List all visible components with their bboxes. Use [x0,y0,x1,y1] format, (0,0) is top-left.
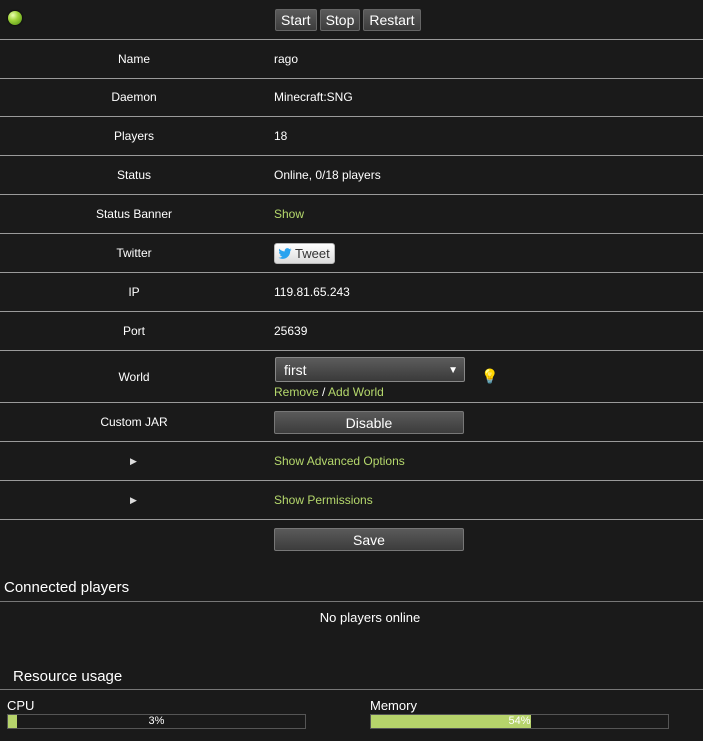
world-label: World [118,370,150,384]
row-daemon: Daemon Minecraft:SNG [0,78,703,117]
world-selected-value: first [284,362,307,378]
remove-world-link[interactable]: Remove [274,385,319,399]
status-label: Status [116,168,152,182]
row-players: Players 18 [0,117,703,156]
twitter-label: Twitter [116,246,152,260]
disable-jar-button[interactable]: Disable [274,411,464,434]
row-permissions: ▶ Show Permissions [0,481,703,520]
row-ip: IP 119.81.65.243 [0,273,703,312]
connected-players-title: Connected players [4,579,130,596]
port-value: 25639 [274,324,308,338]
world-select[interactable]: first ▼ [275,357,465,382]
row-twitter: Twitter Tweet [0,234,703,273]
twitter-bird-icon [278,247,292,259]
tweet-button[interactable]: Tweet [274,243,335,264]
show-permissions-link[interactable]: Show Permissions [274,493,373,507]
divider [0,601,703,602]
tweet-label: Tweet [295,246,330,261]
row-status-banner: Status Banner Show [0,195,703,234]
start-button[interactable]: Start [275,9,317,31]
ip-value: 119.81.65.243 [274,285,350,299]
status-value: Online, 0/18 players [274,168,381,182]
world-links-separator: / [322,385,326,399]
world-links: Remove / Add World [274,385,384,399]
cpu-percent: 3% [148,715,165,727]
row-name: Name rago [0,39,703,79]
chevron-down-icon: ▼ [448,365,458,376]
expand-arrow-icon[interactable]: ▶ [130,495,137,506]
memory-progress-bar: 54% [370,714,669,729]
players-label: Players [113,129,154,143]
server-controls: Start Stop Restart [275,9,421,31]
players-value: 18 [274,129,288,143]
memory-label: Memory [370,698,417,713]
row-advanced: ▶ Show Advanced Options [0,442,703,481]
cpu-progress-bar: 3% [7,714,306,729]
divider [0,689,703,690]
restart-button[interactable]: Restart [363,9,421,31]
custom-jar-label: Custom JAR [100,415,168,429]
lightbulb-icon[interactable]: 💡 [481,368,498,385]
row-status: Status Online, 0/18 players [0,156,703,195]
daemon-label: Daemon [111,90,157,104]
ip-label: IP [128,285,140,299]
name-value: rago [274,52,299,66]
tweet-button-body: Tweet [274,243,335,264]
no-players-message: No players online [319,610,421,625]
cpu-label: CPU [7,698,35,713]
save-button[interactable]: Save [274,528,464,551]
name-label: Name [117,52,150,66]
show-advanced-options-link[interactable]: Show Advanced Options [274,454,405,468]
add-world-link[interactable]: Add World [328,385,384,399]
stop-button[interactable]: Stop [319,9,361,31]
status-online-icon [8,11,22,25]
resource-usage-title: Resource usage [13,668,123,685]
expand-arrow-icon[interactable]: ▶ [130,456,137,467]
show-banner-link[interactable]: Show [274,207,304,221]
row-port: Port 25639 [0,312,703,351]
port-label: Port [122,324,145,338]
status-banner-label: Status Banner [95,207,173,221]
daemon-value: Minecraft:SNG [274,90,353,104]
memory-percent: 54% [508,715,531,727]
